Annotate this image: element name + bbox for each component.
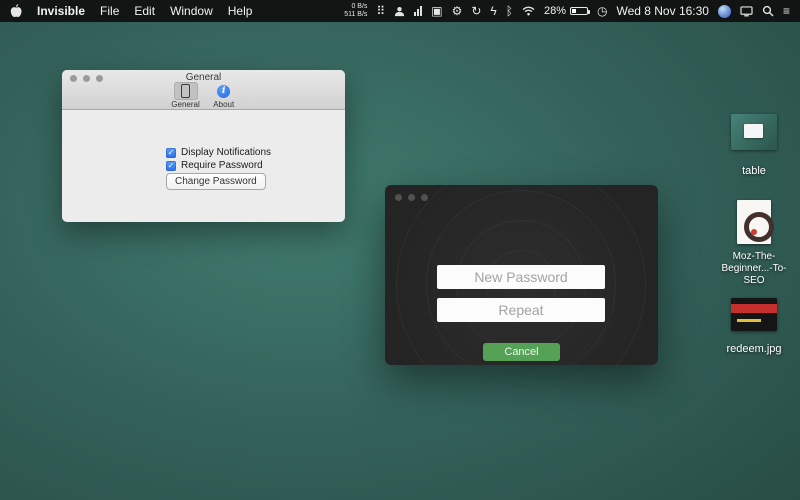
option-label: Require Password — [181, 160, 263, 171]
wifi-icon[interactable] — [522, 6, 535, 16]
device-icon — [181, 84, 190, 98]
cancel-button[interactable]: Cancel — [483, 343, 560, 361]
bluetooth-icon[interactable]: ᛒ — [506, 4, 513, 18]
preferences-window: General General i About Display Notifica… — [62, 70, 345, 222]
desktop-icon-redeem-jpg[interactable]: redeem.jpg — [712, 298, 796, 355]
image-thumbnail-icon — [731, 298, 777, 331]
change-password-button[interactable]: Change Password — [166, 173, 266, 190]
menu-bar: Invisible File Edit Window Help 0 B/s 51… — [0, 0, 800, 22]
menu-app-name[interactable]: Invisible — [37, 4, 85, 18]
user-icon[interactable] — [394, 6, 405, 17]
search-icon[interactable] — [762, 5, 774, 17]
desktop-icon-moz-pdf[interactable]: Moz-The-Beginner...-To-SEO — [712, 200, 796, 287]
tab-general[interactable]: General — [171, 82, 199, 109]
flash-icon[interactable]: ϟ — [490, 4, 496, 18]
desktop-icon-table[interactable]: table — [712, 114, 796, 177]
new-password-input[interactable] — [437, 265, 605, 289]
battery-percent-label: 28% — [544, 5, 566, 17]
net-down-label: 511 B/s — [344, 11, 367, 19]
apple-menu[interactable] — [10, 4, 22, 18]
tab-about[interactable]: i About — [212, 82, 236, 109]
menu-window[interactable]: Window — [170, 4, 213, 18]
repeat-password-input[interactable] — [437, 298, 605, 322]
preferences-titlebar[interactable]: General General i About — [62, 70, 345, 110]
close-button[interactable] — [395, 194, 402, 201]
document-thumbnail-icon — [737, 200, 771, 244]
gear-icon[interactable]: ⚙ — [452, 4, 463, 18]
desktop[interactable]: { "menu_bar": { "app_name": "Invisible",… — [0, 0, 800, 500]
window-controls — [395, 194, 428, 201]
desktop-icon-label: redeem.jpg — [726, 343, 781, 355]
menu-file[interactable]: File — [100, 4, 119, 18]
display-icon[interactable] — [740, 6, 753, 17]
tab-about-label: About — [213, 100, 234, 109]
sync-icon[interactable]: ↻ — [471, 4, 481, 18]
clock-icon[interactable]: ◷ — [597, 4, 607, 18]
password-window: Cancel — [385, 185, 658, 365]
net-up-label: 0 B/s — [344, 3, 367, 11]
network-speed-indicator[interactable]: 0 B/s 511 B/s — [344, 3, 367, 19]
chart-icon[interactable] — [414, 6, 422, 16]
battery-indicator[interactable]: 28% — [544, 5, 588, 17]
menu-bar-clock[interactable]: Wed 8 Nov 16:30 — [616, 4, 709, 18]
box-icon[interactable]: ▣ — [431, 4, 442, 18]
preferences-toolbar: General i About — [62, 82, 345, 109]
apple-icon — [10, 4, 22, 18]
minimize-button[interactable] — [408, 194, 415, 201]
table-thumbnail-icon — [731, 114, 777, 150]
siri-icon[interactable] — [718, 5, 731, 18]
desktop-icon-label: table — [742, 165, 766, 177]
checkbox-require-password[interactable] — [166, 161, 176, 171]
info-icon: i — [217, 85, 230, 98]
battery-icon — [570, 7, 588, 15]
menu-help[interactable]: Help — [228, 4, 253, 18]
tab-general-label: General — [171, 100, 199, 109]
desktop-icon-label: Moz-The-Beginner...-To-SEO — [712, 251, 796, 287]
grid-icon[interactable]: ⠿ — [376, 4, 385, 18]
option-display-notifications[interactable]: Display Notifications — [166, 147, 271, 158]
list-icon[interactable]: ≡ — [783, 4, 790, 18]
zoom-button[interactable] — [421, 194, 428, 201]
option-require-password[interactable]: Require Password — [166, 160, 263, 171]
checkbox-display-notifications[interactable] — [166, 148, 176, 158]
option-label: Display Notifications — [181, 147, 271, 158]
menu-edit[interactable]: Edit — [134, 4, 155, 18]
